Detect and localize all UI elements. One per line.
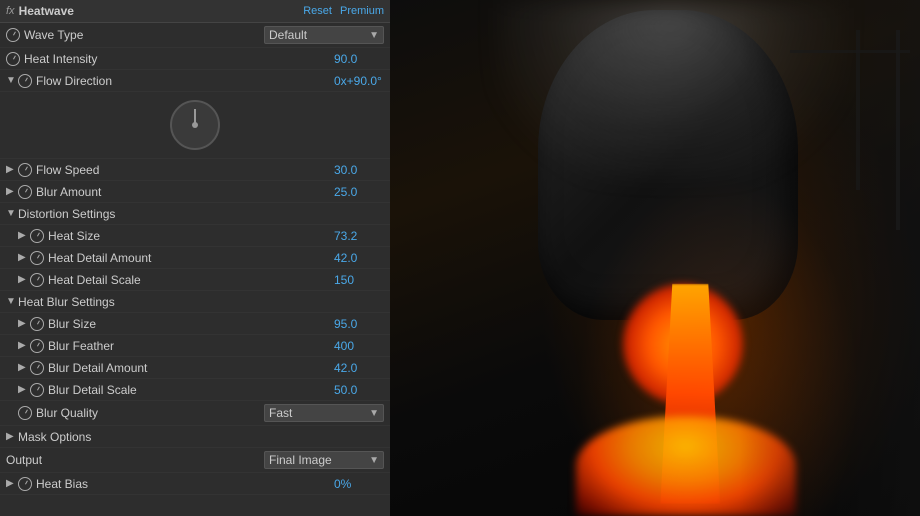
- distortion-settings-section: Distortion Settings: [0, 203, 390, 225]
- flow-speed-arrow[interactable]: [6, 164, 16, 175]
- heat-blur-settings-label: Heat Blur Settings: [18, 295, 115, 309]
- heat-size-row: Heat Size 73.2: [0, 225, 390, 247]
- wave-type-value: Default: [269, 28, 365, 42]
- blur-amount-value[interactable]: 25.0: [334, 185, 384, 199]
- heat-detail-scale-row: Heat Detail Scale 150: [0, 269, 390, 291]
- wave-type-row: Wave Type Default ▼: [0, 23, 390, 48]
- heat-detail-amount-label: Heat Detail Amount: [48, 251, 334, 265]
- heat-intensity-row: Heat Intensity 90.0: [0, 48, 390, 70]
- flow-speed-value[interactable]: 30.0: [334, 163, 384, 177]
- blur-size-stopwatch[interactable]: [30, 317, 44, 331]
- blur-quality-row: Blur Quality Fast ▼: [0, 401, 390, 426]
- heat-detail-amount-stopwatch[interactable]: [30, 251, 44, 265]
- preview-image: [390, 0, 920, 516]
- heat-size-label: Heat Size: [48, 229, 334, 243]
- distortion-settings-arrow[interactable]: [6, 208, 16, 219]
- blur-feather-stopwatch[interactable]: [30, 339, 44, 353]
- heat-bias-row: Heat Bias 0%: [0, 473, 390, 495]
- heat-intensity-stopwatch[interactable]: [6, 52, 20, 66]
- wave-type-stopwatch[interactable]: [6, 28, 20, 42]
- blur-amount-arrow[interactable]: [6, 186, 16, 197]
- heat-blur-settings-arrow[interactable]: [6, 296, 16, 307]
- blur-size-value[interactable]: 95.0: [334, 317, 384, 331]
- blur-quality-stopwatch[interactable]: [18, 406, 32, 420]
- blur-quality-label: Blur Quality: [36, 406, 264, 420]
- blur-quality-dropdown[interactable]: Fast ▼: [264, 404, 384, 422]
- left-panel: fx Heatwave Reset Premium Wave Type Defa…: [0, 0, 390, 516]
- fx-label: fx: [6, 5, 15, 17]
- premium-button[interactable]: Premium: [340, 5, 384, 17]
- wave-type-dropdown[interactable]: Default ▼: [264, 26, 384, 44]
- blur-feather-label: Blur Feather: [48, 339, 334, 353]
- heat-detail-scale-stopwatch[interactable]: [30, 273, 44, 287]
- heat-size-stopwatch[interactable]: [30, 229, 44, 243]
- blur-detail-amount-row: Blur Detail Amount 42.0: [0, 357, 390, 379]
- wave-type-dropdown-arrow: ▼: [369, 30, 379, 41]
- reset-button[interactable]: Reset: [303, 5, 332, 17]
- output-value: Final Image: [269, 453, 365, 467]
- flow-speed-row: Flow Speed 30.0: [0, 159, 390, 181]
- blur-size-row: Blur Size 95.0: [0, 313, 390, 335]
- heat-blur-settings-section: Heat Blur Settings: [0, 291, 390, 313]
- flow-direction-dial[interactable]: [170, 100, 220, 150]
- mask-options-label: Mask Options: [18, 430, 91, 444]
- flow-direction-label: Flow Direction: [36, 74, 334, 88]
- blur-amount-stopwatch[interactable]: [18, 185, 32, 199]
- blur-detail-amount-label: Blur Detail Amount: [48, 361, 334, 375]
- heat-detail-amount-value[interactable]: 42.0: [334, 251, 384, 265]
- preview-panel: [390, 0, 920, 516]
- flow-direction-dial-container: [0, 92, 390, 159]
- heat-detail-scale-value[interactable]: 150: [334, 273, 384, 287]
- blur-detail-scale-label: Blur Detail Scale: [48, 383, 334, 397]
- ambient-glow: [390, 0, 920, 516]
- heat-bias-label: Heat Bias: [36, 477, 334, 491]
- flow-direction-stopwatch[interactable]: [18, 74, 32, 88]
- flow-speed-label: Flow Speed: [36, 163, 334, 177]
- blur-feather-value[interactable]: 400: [334, 339, 384, 353]
- heat-bias-stopwatch[interactable]: [18, 477, 32, 491]
- blur-feather-arrow[interactable]: [18, 340, 28, 351]
- blur-quality-value: Fast: [269, 406, 365, 420]
- flow-speed-stopwatch[interactable]: [18, 163, 32, 177]
- heat-detail-amount-arrow[interactable]: [18, 252, 28, 263]
- output-row: Output Final Image ▼: [0, 448, 390, 473]
- blur-detail-scale-row: Blur Detail Scale 50.0: [0, 379, 390, 401]
- blur-amount-label: Blur Amount: [36, 185, 334, 199]
- heat-intensity-value[interactable]: 90.0: [334, 52, 384, 66]
- wave-type-label: Wave Type: [24, 28, 264, 42]
- mask-options-arrow[interactable]: [6, 431, 16, 442]
- heat-detail-amount-row: Heat Detail Amount 42.0: [0, 247, 390, 269]
- flow-direction-arrow[interactable]: [6, 75, 16, 86]
- blur-detail-amount-value[interactable]: 42.0: [334, 361, 384, 375]
- heat-bias-arrow[interactable]: [6, 478, 16, 489]
- fx-title: Heatwave: [19, 4, 304, 18]
- heat-bias-value[interactable]: 0%: [334, 477, 384, 491]
- output-dropdown-arrow: ▼: [369, 455, 379, 466]
- flow-direction-value[interactable]: 0x+90.0°: [334, 74, 384, 88]
- flow-direction-row: Flow Direction 0x+90.0°: [0, 70, 390, 92]
- heat-size-arrow[interactable]: [18, 230, 28, 241]
- mask-options-section: Mask Options: [0, 426, 390, 448]
- blur-detail-amount-arrow[interactable]: [18, 362, 28, 373]
- heat-size-value[interactable]: 73.2: [334, 229, 384, 243]
- blur-size-arrow[interactable]: [18, 318, 28, 329]
- heat-detail-scale-label: Heat Detail Scale: [48, 273, 334, 287]
- fx-header: fx Heatwave Reset Premium: [0, 0, 390, 23]
- heat-intensity-label: Heat Intensity: [24, 52, 334, 66]
- blur-feather-row: Blur Feather 400: [0, 335, 390, 357]
- blur-size-label: Blur Size: [48, 317, 334, 331]
- blur-quality-dropdown-arrow: ▼: [369, 408, 379, 419]
- output-dropdown[interactable]: Final Image ▼: [264, 451, 384, 469]
- blur-detail-amount-stopwatch[interactable]: [30, 361, 44, 375]
- output-label: Output: [6, 453, 264, 467]
- heat-detail-scale-arrow[interactable]: [18, 274, 28, 285]
- blur-amount-row: Blur Amount 25.0: [0, 181, 390, 203]
- distortion-settings-label: Distortion Settings: [18, 207, 115, 221]
- dial-indicator-line: [194, 109, 196, 125]
- blur-detail-scale-stopwatch[interactable]: [30, 383, 44, 397]
- blur-detail-scale-arrow[interactable]: [18, 384, 28, 395]
- blur-detail-scale-value[interactable]: 50.0: [334, 383, 384, 397]
